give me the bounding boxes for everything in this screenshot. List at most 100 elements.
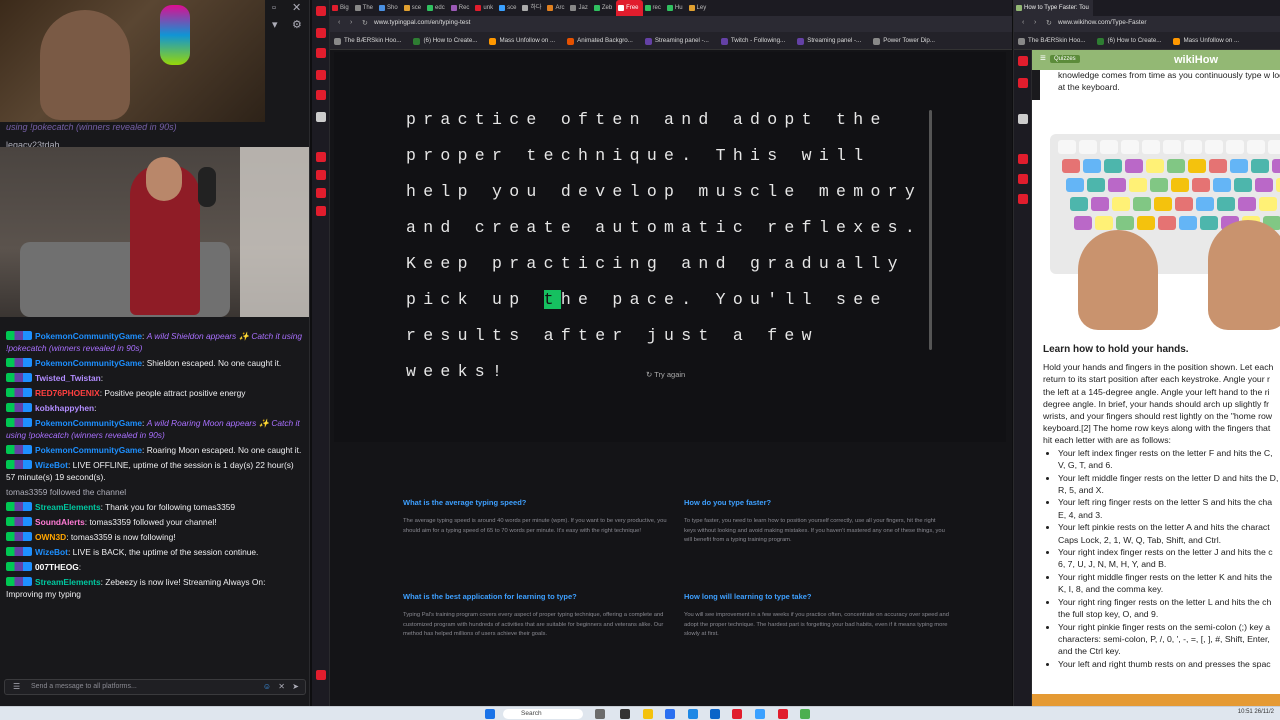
pin-icon[interactable]: ▾	[272, 18, 278, 31]
sidebar-app-icon[interactable]	[1018, 56, 1028, 66]
bookmark-item[interactable]: Power Tower Dip...	[869, 32, 943, 49]
browser-tab[interactable]: unk	[473, 0, 497, 16]
chat-username[interactable]: WizeBot	[35, 547, 68, 557]
chat-username[interactable]: OWN3D	[35, 532, 66, 542]
user-badges-icon[interactable]	[6, 388, 32, 397]
bookmark-item[interactable]: Animated Backgro...	[563, 32, 641, 49]
sidebar-app-icon[interactable]	[316, 28, 326, 38]
bookmark-item[interactable]: Mass Unfollow on ...	[1169, 32, 1247, 49]
user-badges-icon[interactable]	[6, 418, 32, 427]
sidebar-app-icon[interactable]	[316, 170, 326, 180]
chat-username[interactable]: WizeBot	[35, 460, 68, 470]
chrome-icon[interactable]	[800, 709, 810, 719]
faq-question[interactable]: How do you type faster?	[684, 498, 949, 507]
bookmark-item[interactable]: The BÆRSkin Hoo...	[1014, 32, 1093, 49]
opera-gx-icon[interactable]	[778, 709, 788, 719]
browser-tab[interactable]: Jaz	[568, 0, 591, 16]
bookmark-item[interactable]: (6) How to Create...	[1093, 32, 1169, 49]
explorer-icon[interactable]	[643, 709, 653, 719]
sidebar-app-icon[interactable]	[1018, 78, 1028, 88]
user-badges-icon[interactable]	[6, 562, 32, 571]
sidebar-app-icon[interactable]	[316, 206, 326, 216]
close-icon[interactable]: ✕	[292, 1, 301, 14]
settings-icon[interactable]: ☰	[13, 682, 20, 691]
faq-question[interactable]: What is the average typing speed?	[403, 498, 668, 507]
sidebar-app-icon[interactable]	[1018, 154, 1028, 164]
sidebar-app-icon[interactable]	[1018, 114, 1028, 124]
user-badges-icon[interactable]	[6, 403, 32, 412]
sidebar-app-icon[interactable]	[316, 112, 326, 122]
browser-tab[interactable]: sce	[402, 0, 425, 16]
chat-username[interactable]: PokemonCommunityGame	[35, 445, 142, 455]
user-badges-icon[interactable]	[6, 373, 32, 382]
chat-username[interactable]: kobkhappyhen	[35, 403, 94, 413]
opera-icon[interactable]	[732, 709, 742, 719]
reload-icon[interactable]: ↻	[1046, 19, 1052, 27]
browser-tab[interactable]: Big	[330, 0, 353, 16]
scrollbar[interactable]	[929, 110, 932, 350]
bookmark-item[interactable]: Streaming panel -...	[641, 32, 717, 49]
sidebar-app-icon[interactable]	[316, 48, 326, 58]
wikihow-logo[interactable]: wikiHow	[1174, 54, 1218, 66]
chat-username[interactable]: PokemonCommunityGame	[35, 358, 142, 368]
browser-tab[interactable]: Hu	[665, 0, 687, 16]
chat-username[interactable]: RED76PHOENIX	[35, 388, 100, 398]
store-icon[interactable]	[688, 709, 698, 719]
app-icon[interactable]	[620, 709, 630, 719]
bookmark-icon[interactable]: ▫	[272, 2, 276, 14]
chat-username[interactable]: 007THEOG	[35, 562, 79, 572]
browser-tab[interactable]: Rec	[449, 0, 474, 16]
url-text[interactable]: www.typingpal.com/en/typing-test	[374, 19, 470, 26]
send-icon[interactable]: ➤	[292, 682, 299, 691]
taskbar-search[interactable]: Search	[503, 709, 583, 719]
sidebar-app-icon[interactable]	[1018, 174, 1028, 184]
forward-icon[interactable]: ›	[1034, 19, 1036, 26]
address-bar[interactable]: ‹ › ↻ www.typingpal.com/en/typing-test	[330, 16, 1012, 32]
try-again-button[interactable]: ↻ Try again	[646, 370, 685, 379]
chat-username[interactable]: Twisted_Twistan	[35, 373, 101, 383]
browser-tab[interactable]: Arc	[545, 0, 568, 16]
chat-username[interactable]: PokemonCommunityGame	[35, 418, 142, 428]
browser-tab[interactable]: Ley	[687, 0, 711, 16]
edge-icon[interactable]	[665, 709, 675, 719]
reload-icon[interactable]: ↻	[362, 19, 368, 27]
browser-tab[interactable]: 하다	[520, 0, 545, 16]
typing-passage[interactable]: practice often and adopt the proper tech…	[406, 102, 931, 390]
bookmark-item[interactable]: Mass Unfollow on ...	[485, 32, 563, 49]
url-text[interactable]: www.wikihow.com/Type-Faster	[1058, 19, 1147, 26]
taskview-icon[interactable]	[595, 709, 605, 719]
faq-question[interactable]: How long will learning to type take?	[684, 592, 949, 601]
chat-username[interactable]: PokemonCommunityGame	[35, 331, 142, 341]
back-icon[interactable]: ‹	[1022, 19, 1024, 26]
chat-username[interactable]: StreamElements	[35, 577, 101, 587]
bookmark-item[interactable]: Twitch - Following...	[717, 32, 793, 49]
user-badges-icon[interactable]	[6, 502, 32, 511]
sidebar-app-icon[interactable]	[316, 70, 326, 80]
sidebar-app-icon[interactable]	[316, 6, 326, 16]
windows-start-icon[interactable]	[485, 709, 495, 719]
gift-icon[interactable]: ✕	[278, 682, 285, 691]
stream-video[interactable]	[0, 147, 309, 317]
browser-tab[interactable]: sce	[497, 0, 520, 16]
bookmark-item[interactable]: (6) How to Create...	[409, 32, 485, 49]
menu-icon[interactable]: ≡	[1040, 53, 1046, 64]
address-bar[interactable]: ‹ › ↻ www.wikihow.com/Type-Faster	[1014, 16, 1280, 32]
chat-username[interactable]: StreamElements	[35, 502, 101, 512]
bookmark-item[interactable]: The BÆRSkin Hoo...	[330, 32, 409, 49]
sidebar-app-icon[interactable]	[316, 90, 326, 100]
back-icon[interactable]: ‹	[338, 19, 340, 26]
user-badges-icon[interactable]	[6, 577, 32, 586]
user-badges-icon[interactable]	[6, 358, 32, 367]
gear-icon[interactable]: ⚙	[292, 18, 302, 31]
browser-tab[interactable]: The	[353, 0, 377, 16]
faq-question[interactable]: What is the best application for learnin…	[403, 592, 668, 601]
sidebar-app-icon[interactable]	[1018, 194, 1028, 204]
browser-tab[interactable]: Sho	[377, 0, 402, 16]
user-badges-icon[interactable]	[6, 445, 32, 454]
sidebar-app-icon[interactable]	[316, 188, 326, 198]
tab-wikihow[interactable]: How to Type Faster: Tou	[1014, 0, 1093, 16]
user-badges-icon[interactable]	[6, 517, 32, 526]
forward-icon[interactable]: ›	[350, 19, 352, 26]
browser-tab[interactable]: Free	[616, 0, 643, 16]
user-badges-icon[interactable]	[6, 547, 32, 556]
